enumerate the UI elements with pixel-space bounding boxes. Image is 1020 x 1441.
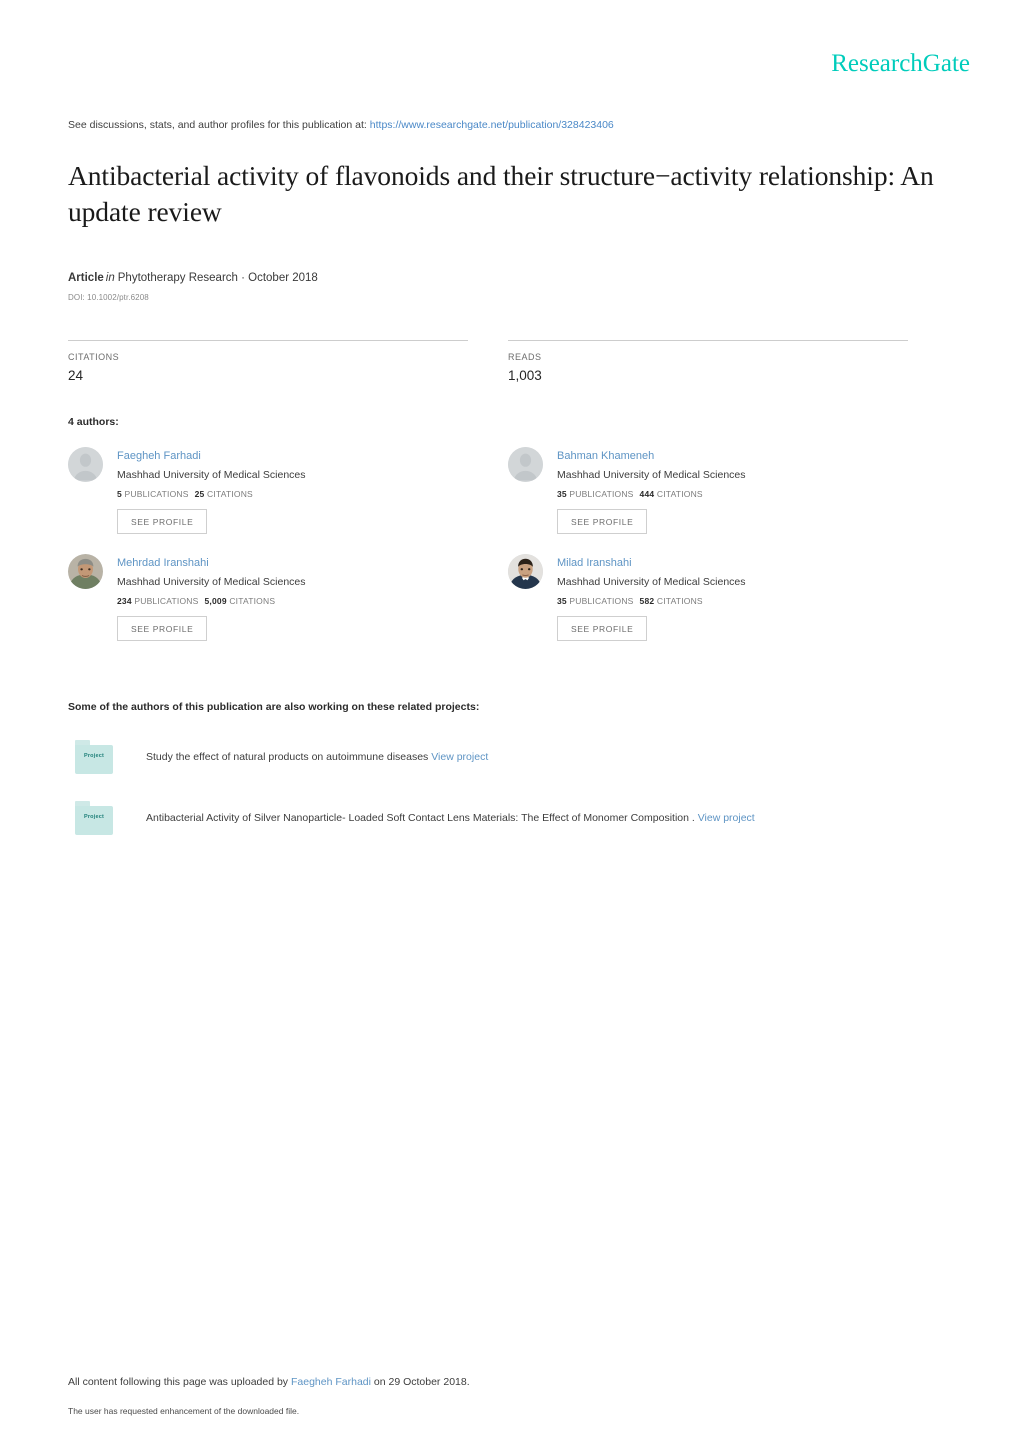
citations-label: CITATIONS bbox=[229, 596, 276, 606]
avatar-placeholder-icon bbox=[68, 447, 103, 482]
folder-body bbox=[75, 806, 113, 835]
page-content: See discussions, stats, and author profi… bbox=[68, 118, 948, 835]
author-publications-count: 234 bbox=[117, 596, 132, 606]
doi-text: DOI: 10.1002/ptr.6208 bbox=[68, 293, 149, 302]
stat-value: 24 bbox=[68, 368, 84, 383]
author-publications-count: 5 bbox=[117, 489, 122, 499]
researchgate-cover-page: ResearchGate See discussions, stats, and… bbox=[0, 0, 1020, 1441]
uploader-link[interactable]: Faegheh Farhadi bbox=[291, 1376, 371, 1388]
author-card: Mehrdad Iranshahi Mashhad University of … bbox=[68, 552, 508, 645]
author-card: Bahman Khameneh Mashhad University of Me… bbox=[508, 445, 948, 538]
stat-divider bbox=[508, 340, 908, 341]
discussions-prefix: See discussions, stats, and author profi… bbox=[68, 119, 367, 131]
author-body: Milad Iranshahi Mashhad University of Me… bbox=[557, 552, 746, 645]
publications-label: PUBLICATIONS bbox=[569, 596, 634, 606]
journal-and-date: Phytotherapy Research · October 2018 bbox=[117, 272, 318, 284]
authors-heading: 4 authors: bbox=[68, 416, 119, 428]
stat-label: CITATIONS bbox=[68, 352, 120, 362]
author-name-link[interactable]: Bahman Khameneh bbox=[557, 450, 654, 462]
authors-grid: Faegheh Farhadi Mashhad University of Me… bbox=[68, 445, 948, 659]
avatar-photo bbox=[68, 554, 103, 589]
project-title: Antibacterial Activity of Silver Nanopar… bbox=[146, 811, 695, 824]
author-stats: 35 PUBLICATIONS 444 CITATIONS bbox=[557, 489, 746, 499]
article-type-label: Article bbox=[68, 272, 104, 284]
citations-label: CITATIONS bbox=[207, 489, 253, 499]
author-name-link[interactable]: Faegheh Farhadi bbox=[117, 450, 201, 462]
author-institution: Mashhad University of Medical Sciences bbox=[557, 576, 746, 588]
discussions-line: See discussions, stats, and author profi… bbox=[68, 118, 948, 132]
stats-row: CITATIONS 24 READS 1,003 bbox=[68, 340, 948, 383]
stat-value: 1,003 bbox=[508, 368, 542, 383]
author-institution: Mashhad University of Medical Sciences bbox=[557, 469, 746, 481]
page-title: Antibacterial activity of flavonoids and… bbox=[68, 160, 934, 227]
avatar-placeholder-icon bbox=[508, 447, 543, 482]
publications-label: PUBLICATIONS bbox=[569, 489, 634, 499]
publication-url-link[interactable]: https://www.researchgate.net/publication… bbox=[370, 119, 614, 131]
author-citations-count: 582 bbox=[639, 596, 655, 606]
citations-label: CITATIONS bbox=[656, 596, 703, 606]
enhancement-note: The user has requested enhancement of th… bbox=[68, 1406, 300, 1416]
author-name-link[interactable]: Mehrdad Iranshahi bbox=[117, 557, 209, 569]
project-row: Project Study the effect of natural prod… bbox=[68, 740, 948, 774]
project-text: Study the effect of natural products on … bbox=[146, 750, 488, 765]
author-name-link[interactable]: Milad Iranshahi bbox=[557, 557, 632, 569]
citations-label: CITATIONS bbox=[656, 489, 703, 499]
stat-citations: CITATIONS 24 bbox=[68, 340, 468, 383]
publications-label: PUBLICATIONS bbox=[134, 596, 199, 606]
project-row: Project Antibacterial Activity of Silver… bbox=[68, 801, 948, 835]
author-body: Faegheh Farhadi Mashhad University of Me… bbox=[117, 445, 306, 538]
author-publications-count: 35 bbox=[557, 596, 567, 606]
author-stats: 35 PUBLICATIONS 582 CITATIONS bbox=[557, 596, 746, 606]
author-publications-count: 35 bbox=[557, 489, 567, 499]
project-title: Study the effect of natural products on … bbox=[146, 750, 429, 763]
folder-body bbox=[75, 745, 113, 774]
page-footer: All content following this page was uplo… bbox=[68, 1375, 948, 1416]
article-meta: Article in Phytotherapy Research · October… bbox=[68, 270, 948, 306]
avatar-photo bbox=[508, 554, 543, 589]
article-in-label: in bbox=[105, 272, 115, 284]
author-citations-count: 25 bbox=[194, 489, 205, 499]
author-institution: Mashhad University of Medical Sciences bbox=[117, 469, 306, 481]
author-institution: Mashhad University of Medical Sciences bbox=[117, 576, 306, 588]
see-profile-button[interactable]: SEE PROFILE bbox=[557, 616, 648, 641]
author-stats: 234 PUBLICATIONS 5,009 CITATIONS bbox=[117, 596, 306, 606]
project-folder-icon: Project bbox=[75, 740, 113, 774]
upload-prefix: All content following this page was uplo… bbox=[68, 1376, 289, 1388]
view-project-link[interactable]: View project bbox=[431, 751, 488, 763]
publications-label: PUBLICATIONS bbox=[124, 489, 189, 499]
author-citations-count: 444 bbox=[639, 489, 655, 499]
see-profile-button[interactable]: SEE PROFILE bbox=[117, 509, 208, 534]
upload-note: All content following this page was uplo… bbox=[68, 1375, 948, 1390]
projects-heading: Some of the authors of this publication … bbox=[68, 701, 480, 713]
author-citations-count: 5,009 bbox=[204, 596, 227, 606]
author-body: Bahman Khameneh Mashhad University of Me… bbox=[557, 445, 746, 538]
stat-reads: READS 1,003 bbox=[508, 340, 908, 383]
researchgate-logo[interactable]: ResearchGate bbox=[831, 50, 970, 78]
author-stats: 5 PUBLICATIONS 25 CITATIONS bbox=[117, 489, 306, 499]
author-card: Milad Iranshahi Mashhad University of Me… bbox=[508, 552, 948, 645]
author-card: Faegheh Farhadi Mashhad University of Me… bbox=[68, 445, 508, 538]
author-body: Mehrdad Iranshahi Mashhad University of … bbox=[117, 552, 306, 645]
stat-divider bbox=[68, 340, 468, 341]
folder-label: Project bbox=[83, 753, 105, 759]
folder-label: Project bbox=[83, 814, 105, 820]
upload-suffix: on 29 October 2018. bbox=[373, 1376, 470, 1388]
see-profile-button[interactable]: SEE PROFILE bbox=[117, 616, 208, 641]
project-folder-icon: Project bbox=[75, 801, 113, 835]
project-text: Antibacterial Activity of Silver Nanopar… bbox=[146, 811, 755, 826]
stat-label: READS bbox=[508, 352, 542, 362]
view-project-link[interactable]: View project bbox=[698, 812, 755, 824]
see-profile-button[interactable]: SEE PROFILE bbox=[557, 509, 648, 534]
